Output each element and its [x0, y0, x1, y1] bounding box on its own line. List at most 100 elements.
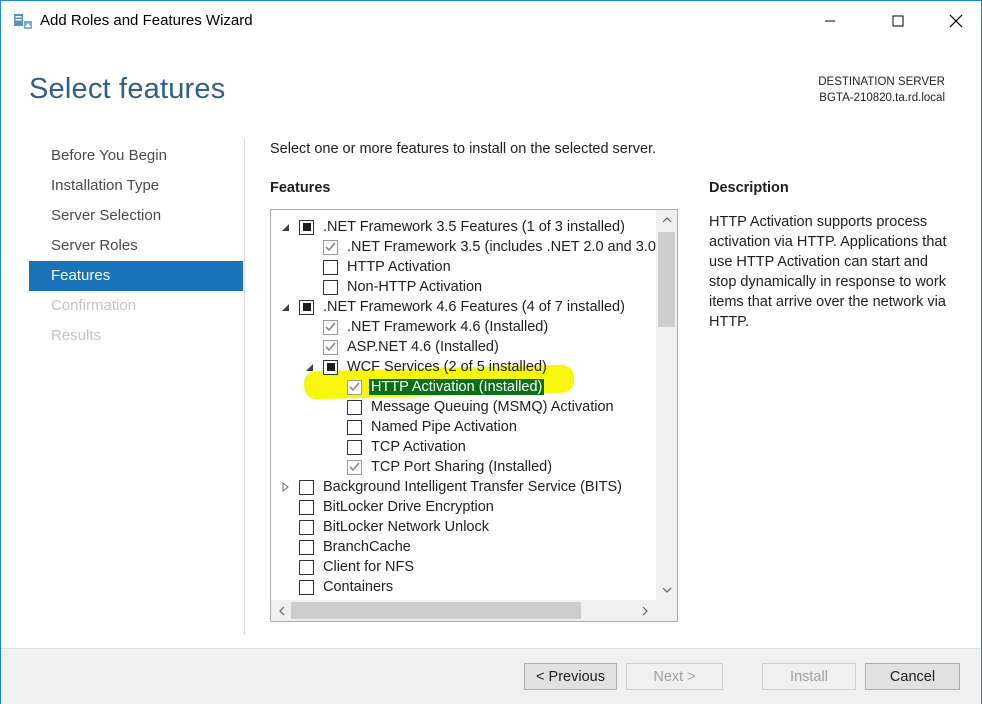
collapsed-arrow-icon[interactable]: [279, 477, 291, 497]
next-button: Next >: [626, 663, 723, 690]
feature-row-bitlocker-drive-encryption[interactable]: BitLocker Drive Encryption: [279, 497, 494, 517]
nav-item-server-roles[interactable]: Server Roles: [29, 231, 243, 261]
feature-checkbox[interactable]: [347, 419, 362, 435]
nav-item-installation-type[interactable]: Installation Type: [29, 171, 243, 201]
wizard-window: Add Roles and Features Wizard Select fea…: [0, 0, 982, 704]
feature-label: Client for NFS: [323, 559, 415, 575]
scroll-down-icon[interactable]: [661, 584, 673, 596]
feature-label: BitLocker Drive Encryption: [323, 499, 494, 515]
destination-label: DESTINATION SERVER: [818, 76, 945, 88]
feature-checkbox[interactable]: [323, 339, 338, 355]
vertical-scroll-thumb[interactable]: [658, 232, 675, 327]
feature-row-net-framework-4-6-features-4-of-7-installed[interactable]: .NET Framework 4.6 Features (4 of 7 inst…: [279, 297, 625, 317]
feature-row-named-pipe-activation[interactable]: Named Pipe Activation: [327, 417, 517, 437]
feature-checkbox[interactable]: [323, 359, 338, 375]
feature-checkbox[interactable]: [299, 539, 314, 555]
scroll-left-icon[interactable]: [276, 605, 288, 617]
feature-row-tcp-port-sharing-installed[interactable]: TCP Port Sharing (Installed): [327, 457, 552, 477]
feature-checkbox[interactable]: [347, 439, 362, 455]
feature-checkbox[interactable]: [323, 259, 338, 275]
wizard-steps-nav: Before You Begin Installation Type Serve…: [29, 141, 243, 351]
expanded-arrow-icon[interactable]: [279, 217, 291, 237]
feature-row-client-for-nfs[interactable]: Client for NFS: [279, 557, 414, 577]
feature-row-net-framework-3-5-features-1-of-3-installed[interactable]: .NET Framework 3.5 Features (1 of 3 inst…: [279, 217, 625, 237]
feature-row-tcp-activation[interactable]: TCP Activation: [327, 437, 466, 457]
description-heading: Description: [709, 180, 789, 196]
feature-label: .NET Framework 3.5 (includes .NET 2.0 an…: [347, 239, 661, 255]
feature-row-http-activation-installed[interactable]: HTTP Activation (Installed): [327, 377, 545, 397]
instruction-text: Select one or more features to install o…: [270, 141, 657, 157]
nav-item-confirmation: Confirmation: [51, 297, 137, 314]
title-bar[interactable]: Add Roles and Features Wizard: [1, 1, 981, 41]
feature-checkbox[interactable]: [323, 319, 338, 335]
nav-item-before-you-begin[interactable]: Before You Begin: [29, 141, 243, 171]
feature-row-background-intelligent-transfer-service-bits[interactable]: Background Intelligent Transfer Service …: [279, 477, 622, 497]
horizontal-scroll-thumb[interactable]: [291, 602, 581, 619]
nav-item-server-selection[interactable]: Server Selection: [29, 201, 243, 231]
features-heading: Features: [270, 180, 331, 196]
feature-row-http-activation[interactable]: HTTP Activation: [303, 257, 451, 277]
nav-item-features[interactable]: Features: [29, 261, 243, 291]
feature-row-bitlocker-network-unlock[interactable]: BitLocker Network Unlock: [279, 517, 489, 537]
feature-row-branchcache[interactable]: BranchCache: [279, 537, 411, 557]
feature-checkbox[interactable]: [347, 379, 362, 395]
feature-checkbox[interactable]: [347, 459, 362, 475]
wizard-footer: < Previous Next > Install Cancel: [1, 648, 981, 704]
nav-item-results: Results: [51, 327, 102, 344]
expanded-arrow-icon[interactable]: [303, 357, 315, 377]
feature-label: Message Queuing (MSMQ) Activation: [371, 399, 614, 415]
feature-checkbox[interactable]: [347, 399, 362, 415]
feature-label: Non-HTTP Activation: [347, 279, 483, 295]
feature-label: HTTP Activation: [347, 259, 451, 275]
close-button[interactable]: [927, 1, 982, 41]
feature-row-message-queuing-msmq-activation[interactable]: Message Queuing (MSMQ) Activation: [327, 397, 614, 417]
feature-checkbox[interactable]: [299, 579, 314, 595]
feature-label: Containers: [323, 579, 394, 595]
feature-checkbox[interactable]: [299, 559, 314, 575]
feature-checkbox[interactable]: [299, 299, 314, 315]
previous-button[interactable]: < Previous: [524, 663, 617, 690]
feature-checkbox[interactable]: [299, 479, 314, 495]
feature-row-containers[interactable]: Containers: [279, 577, 393, 597]
destination-server-name: BGTA-210820.ta.rd.local: [819, 92, 945, 104]
scroll-right-icon[interactable]: [639, 605, 651, 617]
nav-divider: [244, 139, 245, 635]
feature-row-net-framework-3-5-includes-net-2-0-and-3-0[interactable]: .NET Framework 3.5 (includes .NET 2.0 an…: [303, 237, 661, 257]
server-manager-icon: [13, 12, 33, 30]
feature-row-wcf-services-2-of-5-installed[interactable]: WCF Services (2 of 5 installed): [303, 357, 547, 377]
scroll-up-icon[interactable]: [661, 214, 673, 226]
feature-checkbox[interactable]: [299, 519, 314, 535]
maximize-button[interactable]: [869, 1, 927, 41]
expanded-arrow-icon[interactable]: [279, 297, 291, 317]
feature-row-asp-net-4-6-installed[interactable]: ASP.NET 4.6 (Installed): [303, 337, 499, 357]
feature-label: .NET Framework 4.6 Features (4 of 7 inst…: [323, 299, 625, 315]
feature-checkbox[interactable]: [323, 279, 338, 295]
minimize-button[interactable]: [801, 1, 859, 41]
window-title: Add Roles and Features Wizard: [40, 12, 253, 29]
feature-row-net-framework-4-6-installed[interactable]: .NET Framework 4.6 (Installed): [303, 317, 548, 337]
feature-label: Named Pipe Activation: [371, 419, 517, 435]
cancel-button[interactable]: Cancel: [865, 663, 960, 690]
feature-label: .NET Framework 4.6 (Installed): [347, 319, 549, 335]
feature-label: Background Intelligent Transfer Service …: [323, 479, 622, 495]
feature-label: ASP.NET 4.6 (Installed): [347, 339, 499, 355]
feature-label: WCF Services (2 of 5 installed): [347, 359, 547, 375]
feature-checkbox[interactable]: [299, 219, 314, 235]
feature-label: TCP Activation: [371, 439, 466, 455]
features-tree[interactable]: .NET Framework 3.5 Features (1 of 3 inst…: [270, 209, 678, 622]
feature-checkbox[interactable]: [323, 239, 338, 255]
feature-row-non-http-activation[interactable]: Non-HTTP Activation: [303, 277, 482, 297]
description-text: HTTP Activation supports process activat…: [709, 214, 947, 330]
feature-checkbox[interactable]: [299, 499, 314, 515]
